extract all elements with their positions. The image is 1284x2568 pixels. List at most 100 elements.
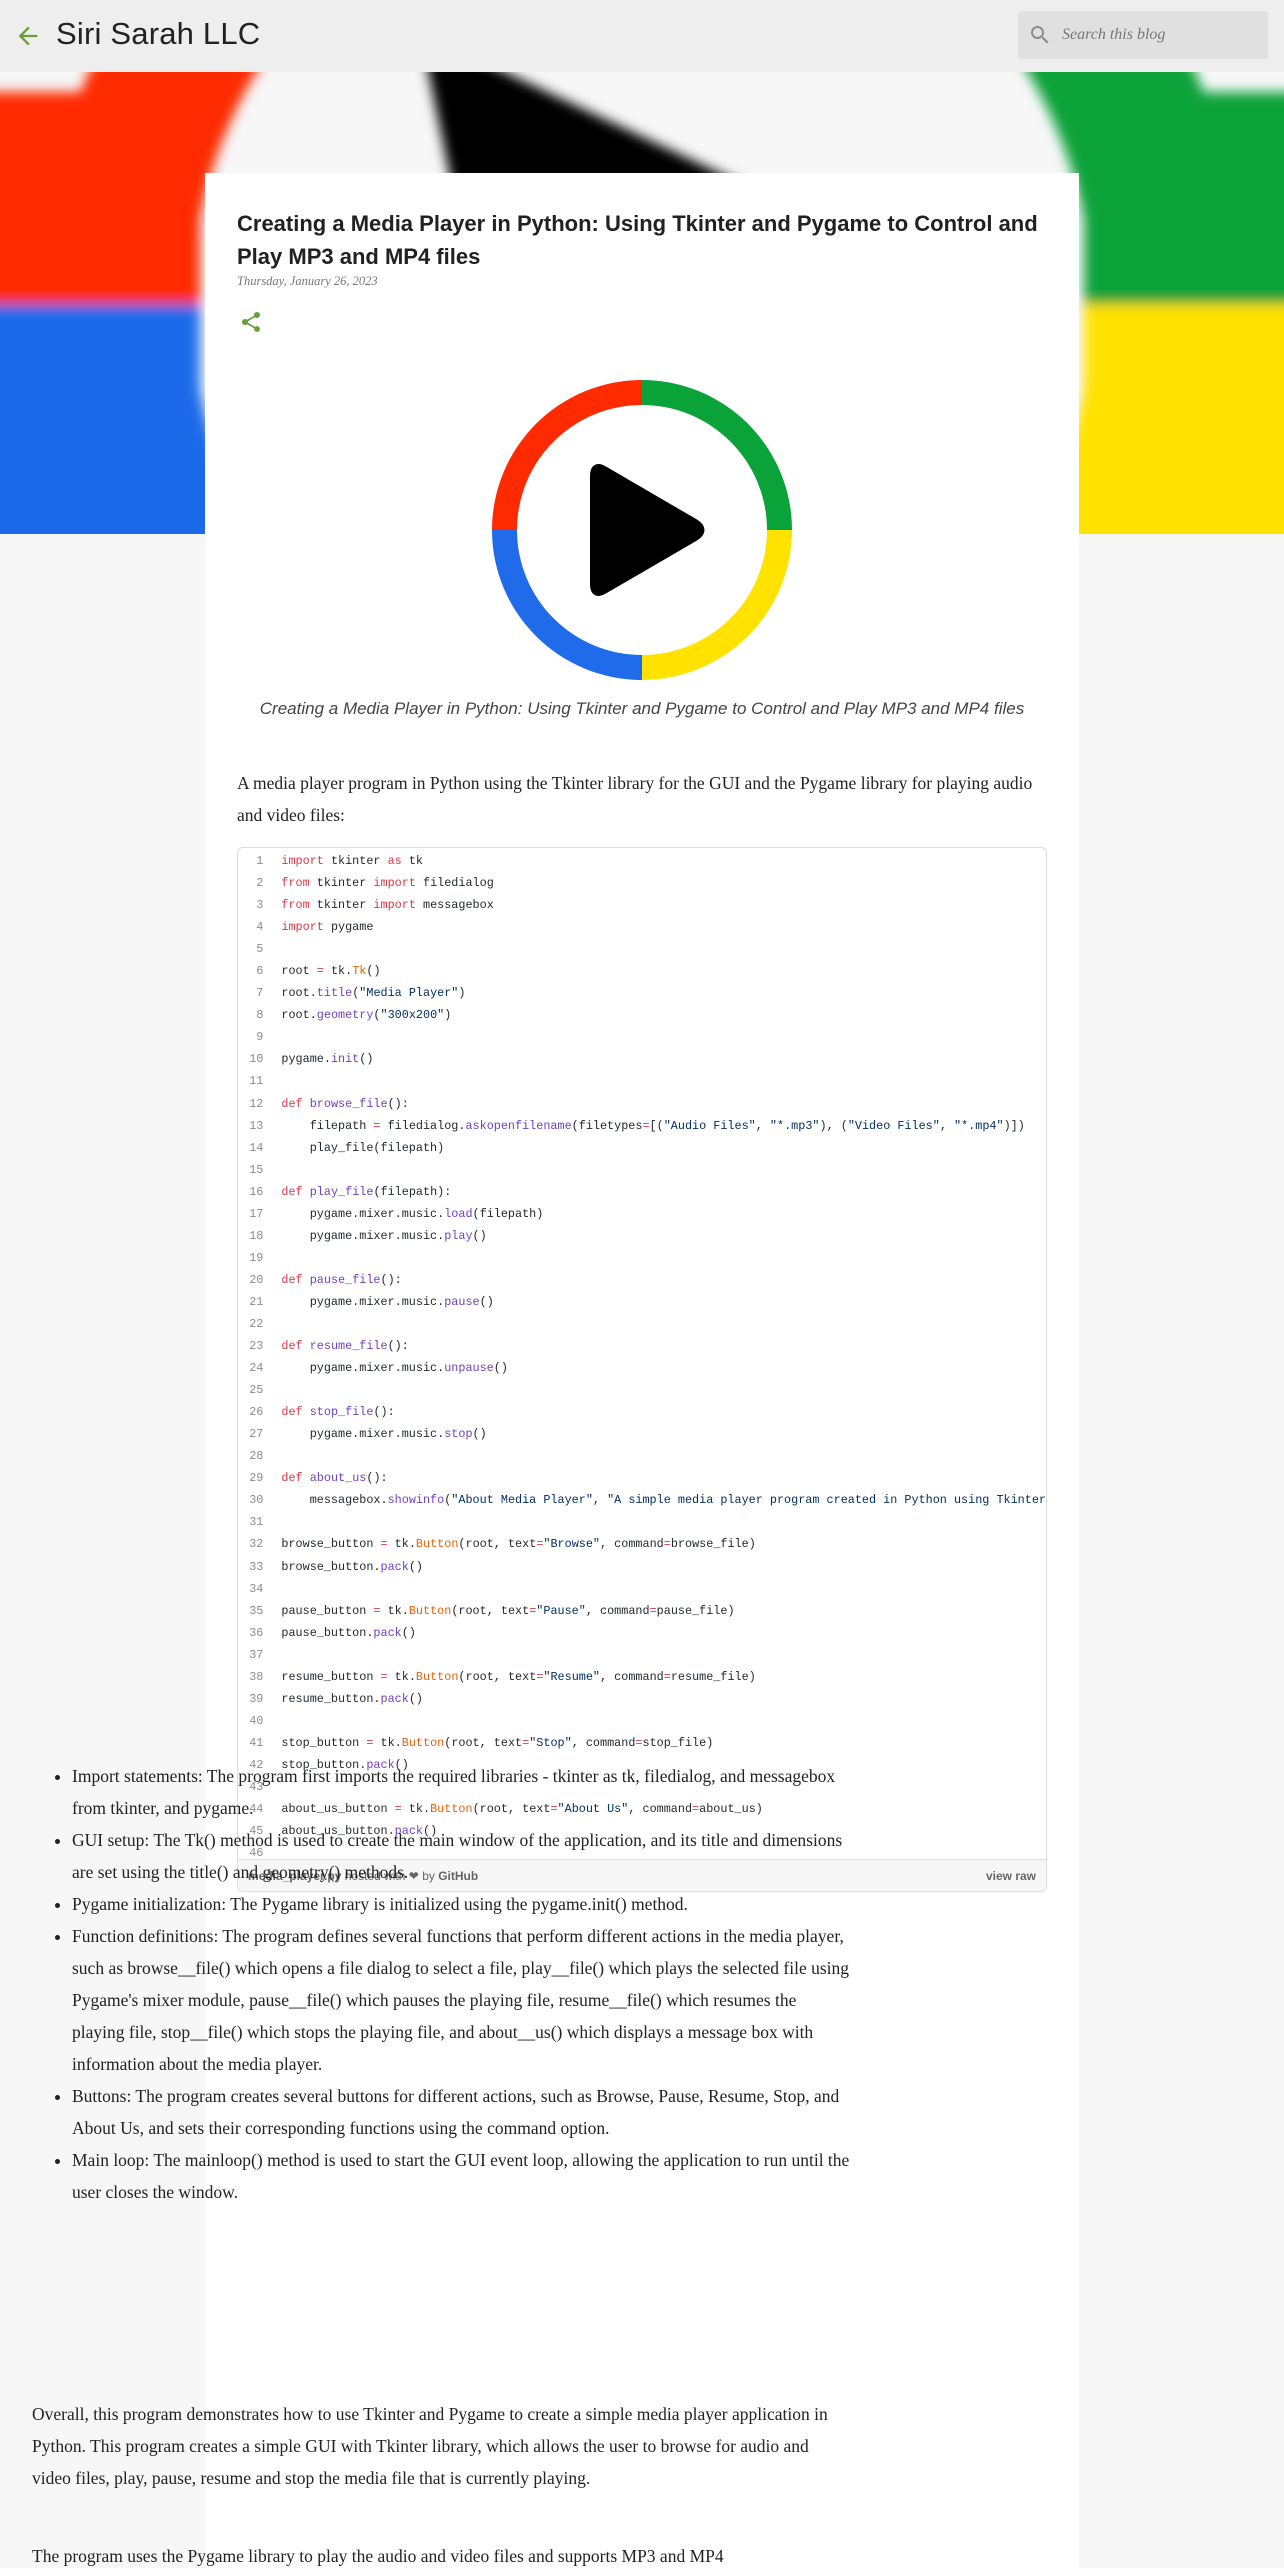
line-number[interactable]: 5 — [238, 938, 277, 960]
list-item: Import statements: The program first imp… — [72, 1760, 852, 1824]
line-number[interactable]: 28 — [238, 1445, 277, 1467]
code-line: 29 def about_us(): — [238, 1467, 1046, 1489]
intro-paragraph: A media player program in Python using t… — [237, 773, 1033, 825]
code-text — [277, 1313, 1046, 1335]
line-number[interactable]: 3 — [238, 894, 277, 916]
code-line: 34 — [238, 1578, 1046, 1600]
post-date[interactable]: Thursday, January 26, 2023 — [237, 274, 378, 289]
blog-title[interactable]: Siri Sarah LLC — [56, 16, 260, 52]
line-number[interactable]: 9 — [238, 1026, 277, 1048]
code-text: messagebox.showinfo("About Media Player"… — [281, 1493, 1046, 1508]
code-line: 36 pause_button.pack() — [238, 1622, 1046, 1644]
line-number[interactable]: 32 — [238, 1533, 277, 1555]
code-text: pygame.mixer.music.play() — [281, 1228, 487, 1243]
code-text — [277, 1578, 1046, 1600]
code-line: 13 filepath = filedialog.askopenfilename… — [238, 1115, 1046, 1137]
line-number[interactable]: 40 — [238, 1710, 277, 1732]
code-line: 8 root.geometry("300x200") — [238, 1004, 1046, 1026]
line-number[interactable]: 1 — [238, 850, 277, 872]
line-number[interactable]: 10 — [238, 1048, 277, 1070]
line-number[interactable]: 19 — [238, 1247, 277, 1269]
code-text: from tkinter import messagebox — [281, 898, 494, 913]
code-text — [277, 1379, 1046, 1401]
line-number[interactable]: 39 — [238, 1688, 277, 1710]
line-number[interactable]: 14 — [238, 1137, 277, 1159]
line-number[interactable]: 16 — [238, 1181, 277, 1203]
code-text: browse_button = tk.Button(root, text="Br… — [281, 1537, 756, 1552]
code-text: pygame.mixer.music.stop() — [281, 1427, 487, 1442]
code-line: 35 pause_button = tk.Button(root, text="P… — [238, 1600, 1046, 1622]
code-text: pygame.mixer.music.unpause() — [281, 1361, 508, 1376]
code-text — [277, 1070, 1046, 1092]
line-number[interactable]: 27 — [238, 1423, 277, 1445]
line-number[interactable]: 37 — [238, 1644, 277, 1666]
code-line: 31 — [238, 1511, 1046, 1533]
code-line: 11 — [238, 1070, 1046, 1092]
code-line: 27 pygame.mixer.music.stop() — [238, 1423, 1046, 1445]
line-number[interactable]: 25 — [238, 1379, 277, 1401]
code-text: resume_button.pack() — [281, 1691, 423, 1706]
line-number[interactable]: 22 — [238, 1313, 277, 1335]
post-card: Creating a Media Player in Python: Using… — [205, 173, 1079, 2568]
code-text: def stop_file(): — [281, 1405, 395, 1420]
code-text: pause_button = tk.Button(root, text="Pau… — [281, 1603, 735, 1618]
code-text: import tkinter as tk — [281, 854, 423, 869]
code-line: 18 pygame.mixer.music.play() — [238, 1225, 1046, 1247]
line-number[interactable]: 4 — [238, 916, 277, 938]
line-number[interactable]: 7 — [238, 982, 277, 1004]
code-line: 4 import pygame — [238, 916, 1046, 938]
line-number[interactable]: 34 — [238, 1578, 277, 1600]
line-number[interactable]: 23 — [238, 1335, 277, 1357]
line-number[interactable]: 17 — [238, 1203, 277, 1225]
line-number[interactable]: 6 — [238, 960, 277, 982]
code-line: 19 — [238, 1247, 1046, 1269]
line-number[interactable]: 18 — [238, 1225, 277, 1247]
line-number[interactable]: 41 — [238, 1732, 277, 1754]
line-number[interactable]: 15 — [238, 1159, 277, 1181]
code-line: 22 — [238, 1313, 1046, 1335]
post-title[interactable]: Creating a Media Player in Python: Using… — [237, 207, 1057, 273]
line-number[interactable]: 29 — [238, 1467, 277, 1489]
code-line: 21 pygame.mixer.music.pause() — [238, 1291, 1046, 1313]
line-number[interactable]: 21 — [238, 1291, 277, 1313]
github-gist-embed: 1 import tkinter as tk 2 from tkinter impor… — [237, 847, 1047, 1892]
search-input[interactable] — [1062, 21, 1258, 49]
line-number[interactable]: 2 — [238, 872, 277, 894]
list-item: Pygame initialization: The Pygame librar… — [72, 1888, 852, 1920]
explanation-list: Import statements: The program first imp… — [72, 1760, 852, 2208]
gist-code-area[interactable]: 1 import tkinter as tk 2 from tkinter impor… — [238, 848, 1046, 1860]
line-number[interactable]: 31 — [238, 1511, 277, 1533]
line-number[interactable]: 11 — [238, 1070, 277, 1092]
line-number[interactable]: 30 — [238, 1489, 277, 1511]
code-text: pygame.mixer.music.load(filepath) — [281, 1206, 544, 1221]
line-number[interactable]: 13 — [238, 1115, 277, 1137]
view-raw-link[interactable]: view raw — [986, 1869, 1036, 1883]
line-number[interactable]: 26 — [238, 1401, 277, 1423]
line-number[interactable]: 12 — [238, 1093, 277, 1115]
code-line: 20 def pause_file(): — [238, 1269, 1046, 1291]
code-line: 39 resume_button.pack() — [238, 1688, 1046, 1710]
list-item: Main loop: The mainloop() method is used… — [72, 2144, 852, 2208]
line-number[interactable]: 24 — [238, 1357, 277, 1379]
top-bar: Siri Sarah LLC — [0, 0, 1284, 72]
share-icon[interactable] — [239, 310, 263, 334]
line-number[interactable]: 38 — [238, 1666, 277, 1688]
conclusion-paragraph: Overall, this program demonstrates how t… — [32, 2404, 828, 2488]
code-line: 15 — [238, 1159, 1046, 1181]
code-line: 33 browse_button.pack() — [238, 1556, 1046, 1578]
line-number[interactable]: 36 — [238, 1622, 277, 1644]
code-text — [277, 938, 1046, 960]
code-table: 1 import tkinter as tk 2 from tkinter impor… — [238, 850, 1046, 1860]
search-icon[interactable] — [1028, 23, 1052, 47]
line-number[interactable]: 8 — [238, 1004, 277, 1026]
back-arrow-icon[interactable] — [14, 22, 42, 50]
line-number[interactable]: 33 — [238, 1556, 277, 1578]
code-line: 16 def play_file(filepath): — [238, 1181, 1046, 1203]
line-number[interactable]: 35 — [238, 1600, 277, 1622]
line-number[interactable]: 20 — [238, 1269, 277, 1291]
media-player-logo-image[interactable] — [487, 375, 797, 685]
code-text — [277, 1026, 1046, 1048]
image-caption: Creating a Media Player in Python: Using… — [259, 699, 1025, 718]
list-item: Buttons: The program creates several but… — [72, 2080, 852, 2144]
search-box[interactable] — [1018, 11, 1268, 59]
